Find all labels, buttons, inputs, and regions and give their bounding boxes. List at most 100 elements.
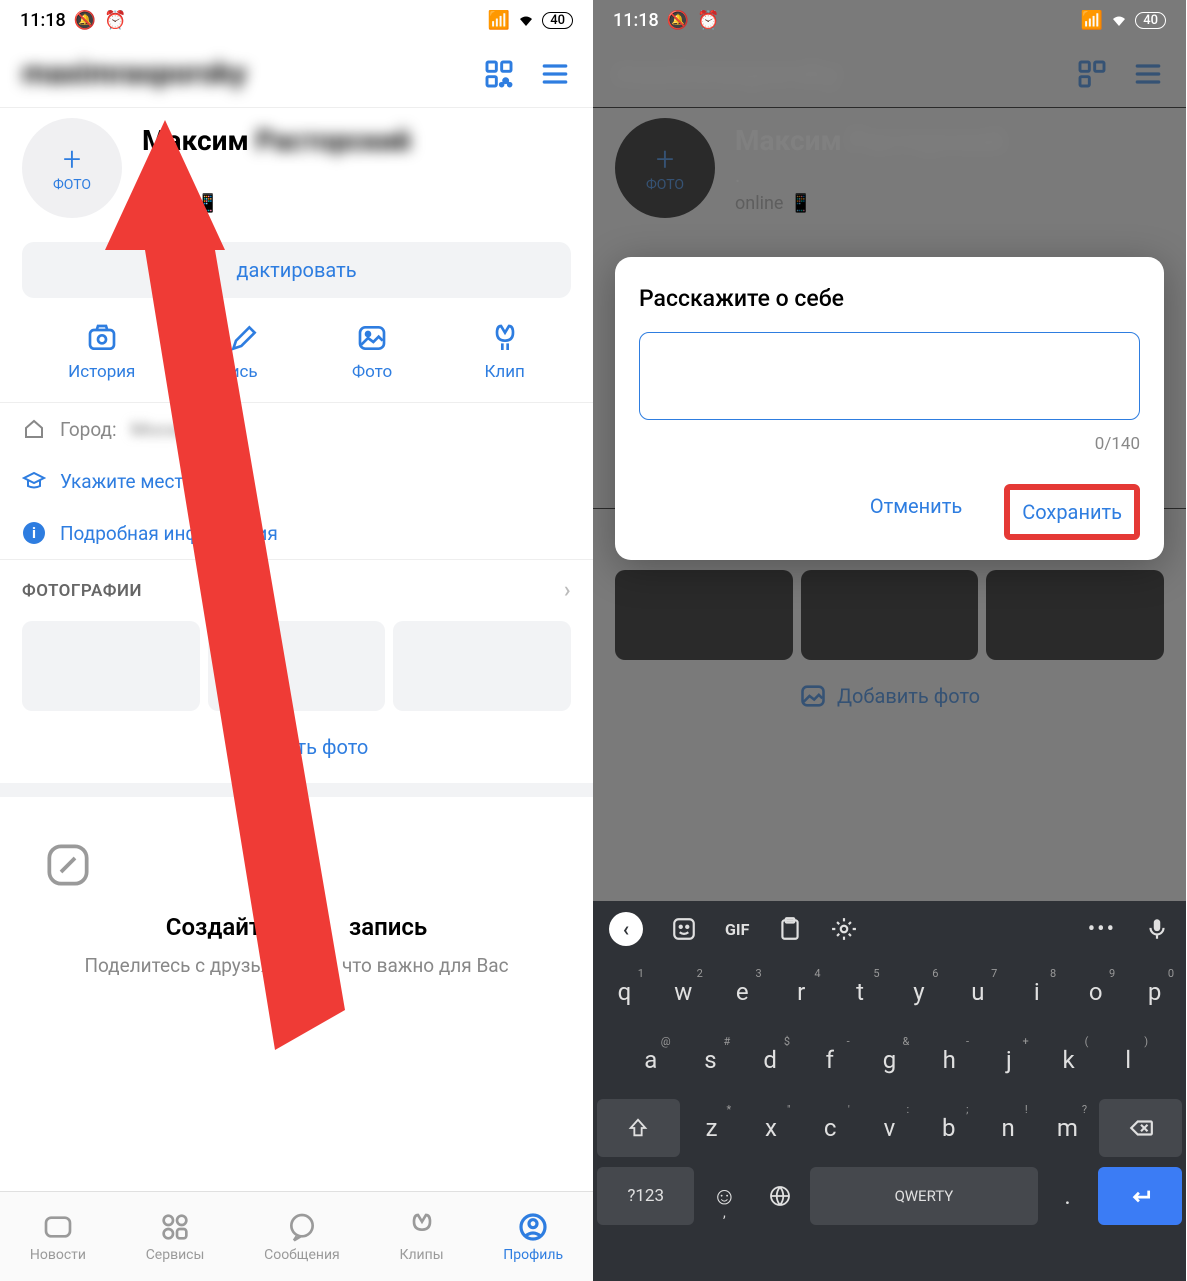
quick-post[interactable]: ись xyxy=(228,322,260,382)
kb-key-x[interactable]: x" xyxy=(743,1099,798,1157)
home-icon xyxy=(22,417,46,441)
kb-key-o[interactable]: o9 xyxy=(1068,963,1123,1021)
kb-key-b[interactable]: b; xyxy=(921,1099,976,1157)
info-education[interactable]: Укажите место учёбы xyxy=(0,455,593,507)
kb-key-h[interactable]: h- xyxy=(921,1031,977,1089)
about-dialog: Расскажите о себе 0/140 Отменить Сохрани… xyxy=(615,257,1164,560)
kb-key-u[interactable]: u7 xyxy=(950,963,1005,1021)
photo-placeholder[interactable] xyxy=(22,621,200,711)
photo-placeholder[interactable] xyxy=(208,621,386,711)
kb-key-a[interactable]: a@ xyxy=(623,1031,679,1089)
kb-key-i[interactable]: i8 xyxy=(1009,963,1064,1021)
bottom-nav: Новости Сервисы Сообщения Клипы Профиль xyxy=(0,1191,593,1281)
kb-backspace-key[interactable] xyxy=(1099,1099,1182,1157)
char-counter: 0/140 xyxy=(639,434,1140,454)
quick-photo[interactable]: Фото xyxy=(352,322,392,382)
menu-icon[interactable] xyxy=(539,58,571,90)
kb-key-r[interactable]: r4 xyxy=(774,963,829,1021)
kb-emoji-key[interactable]: ☺, xyxy=(698,1167,750,1225)
education-icon xyxy=(22,469,46,493)
kb-space-key[interactable]: QWERTY xyxy=(810,1167,1037,1225)
kb-key-m[interactable]: m? xyxy=(1040,1099,1095,1157)
alarm-icon: ⏰ xyxy=(104,10,126,31)
battery-badge: 40 xyxy=(542,12,573,29)
save-button[interactable]: Сохранить xyxy=(1004,484,1140,540)
edit-profile-button[interactable]: дактировать xyxy=(22,242,571,298)
header-username: maximrasporsky xyxy=(615,56,840,91)
plus-icon: + xyxy=(63,143,81,175)
kb-key-f[interactable]: f- xyxy=(802,1031,858,1089)
profile-status-dot: . xyxy=(142,163,571,187)
status-time: 11:18 xyxy=(20,10,66,31)
nav-profile[interactable]: Профиль xyxy=(503,1211,563,1263)
kb-key-g[interactable]: g& xyxy=(862,1031,918,1089)
nav-clips[interactable]: Клипы xyxy=(399,1211,443,1263)
empty-title: Создайте пер запись xyxy=(40,913,553,941)
kb-globe-key[interactable] xyxy=(754,1167,806,1225)
info-city[interactable]: Город: Москва xyxy=(0,403,593,455)
kb-gif-icon[interactable]: GIF xyxy=(725,920,749,939)
empty-post-prompt: Создайте пер запись Поделитесь с друзьям… xyxy=(0,797,593,1010)
nav-services[interactable]: Сервисы xyxy=(146,1211,205,1263)
about-textarea[interactable] xyxy=(639,332,1140,420)
kb-key-w[interactable]: w2 xyxy=(656,963,711,1021)
kb-key-k[interactable]: k( xyxy=(1041,1031,1097,1089)
kb-key-q[interactable]: q1 xyxy=(597,963,652,1021)
avatar-add-photo[interactable]: + ФОТО xyxy=(22,118,122,218)
kb-key-s[interactable]: s# xyxy=(683,1031,739,1089)
kb-key-p[interactable]: p0 xyxy=(1127,963,1182,1021)
kb-settings-icon[interactable] xyxy=(831,916,857,942)
kb-rows: q1w2e3r4t5y6u7i8o9p0 a@s#d$f-g&h-j+k(l) … xyxy=(593,957,1186,1241)
quick-story[interactable]: История xyxy=(68,322,135,382)
photos-section-header[interactable]: ФОТОГРАФИИ › xyxy=(0,559,593,621)
nav-news[interactable]: Новости xyxy=(30,1211,86,1263)
kb-key-y[interactable]: y6 xyxy=(892,963,947,1021)
info-more[interactable]: i Подробная информация xyxy=(0,507,593,559)
alarm-icon: ⏰ xyxy=(697,10,719,31)
kb-back-icon[interactable]: ‹ xyxy=(609,912,643,946)
status-bar: 11:18 🔕 ⏰ 📶 40 xyxy=(0,0,593,40)
menu-icon xyxy=(1132,58,1164,90)
signal-icon: 📶 xyxy=(488,10,510,31)
cancel-button[interactable]: Отменить xyxy=(858,484,974,540)
kb-key-e[interactable]: e3 xyxy=(715,963,770,1021)
kb-shift-key[interactable] xyxy=(597,1099,680,1157)
kb-more-icon[interactable]: ••• xyxy=(1088,917,1116,942)
profile-name: Максим Расторский xyxy=(142,124,571,157)
header-username: maximrasporsky xyxy=(22,56,247,91)
edit-box-icon xyxy=(40,837,553,893)
mute-icon: 🔕 xyxy=(667,10,689,31)
signal-icon: 📶 xyxy=(1081,10,1103,31)
mute-icon: 🔕 xyxy=(74,10,96,31)
right-phone-screen: 11:18 🔕 ⏰ 📶 40 maximrasporsky + ФОТО Мак… xyxy=(593,0,1186,1281)
qr-icon[interactable] xyxy=(483,58,515,90)
section-divider xyxy=(0,783,593,797)
kb-key-z[interactable]: z* xyxy=(684,1099,739,1157)
kb-mic-icon[interactable] xyxy=(1144,916,1170,942)
kb-key-t[interactable]: t5 xyxy=(833,963,888,1021)
photo-placeholder[interactable] xyxy=(393,621,571,711)
nav-messages[interactable]: Сообщения xyxy=(264,1211,340,1263)
status-time: 11:18 xyxy=(613,10,659,31)
add-photo-button[interactable]: авить фото xyxy=(0,711,593,783)
kb-period-key[interactable]: . xyxy=(1042,1167,1094,1225)
kb-key-c[interactable]: c' xyxy=(803,1099,858,1157)
kb-numbers-key[interactable]: ?123 xyxy=(597,1167,694,1225)
qr-icon xyxy=(1076,58,1108,90)
mobile-icon: 📱 xyxy=(196,193,218,214)
kb-key-j[interactable]: j+ xyxy=(981,1031,1037,1089)
kb-key-n[interactable]: n! xyxy=(980,1099,1035,1157)
info-icon: i xyxy=(22,521,46,545)
avatar-label: ФОТО xyxy=(53,177,91,193)
dialog-title: Расскажите о себе xyxy=(639,285,1140,312)
kb-clipboard-icon[interactable] xyxy=(777,916,803,942)
kb-sticker-icon[interactable] xyxy=(671,916,697,942)
svg-text:i: i xyxy=(32,524,36,542)
soft-keyboard[interactable]: ‹ GIF ••• q1w2e3r4t5y6u7i8o9p0 a@s#d$f-g… xyxy=(593,901,1186,1281)
quick-clip[interactable]: Клип xyxy=(484,322,524,382)
kb-key-v[interactable]: v: xyxy=(862,1099,917,1157)
kb-key-d[interactable]: d$ xyxy=(742,1031,798,1089)
kb-enter-key[interactable] xyxy=(1098,1167,1182,1225)
kb-key-l[interactable]: l) xyxy=(1100,1031,1156,1089)
profile-header: maximrasporsky xyxy=(593,40,1186,107)
